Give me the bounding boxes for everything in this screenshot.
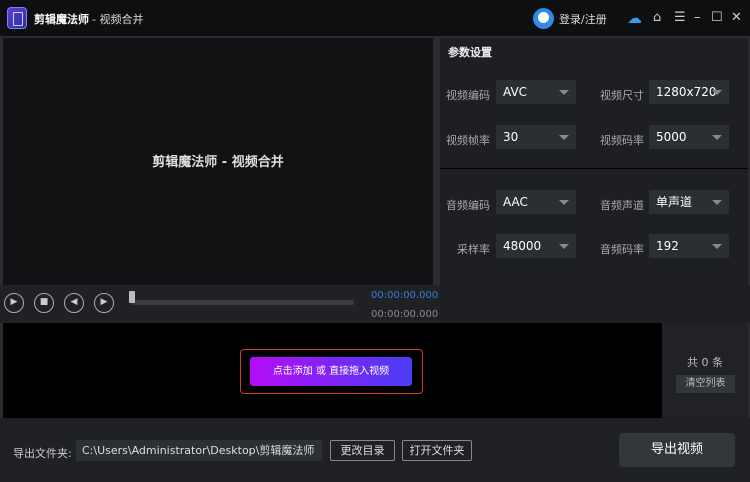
open-folder-button[interactable]: 打开文件夹 bbox=[402, 440, 472, 461]
video-size-select[interactable]: 1280x720 bbox=[649, 80, 729, 104]
video-bitrate-select[interactable]: 5000 bbox=[649, 125, 729, 149]
audio-channel-label: 音频声道 bbox=[600, 199, 644, 212]
select-value: 5000 bbox=[656, 130, 687, 144]
select-value: 单声道 bbox=[656, 195, 693, 209]
video-framerate-label: 视频帧率 bbox=[446, 134, 490, 147]
current-time: 00:00:00.000 bbox=[371, 290, 439, 301]
audio-bitrate-select[interactable]: 192 bbox=[649, 234, 729, 258]
previous-frame-icon[interactable]: ◀ bbox=[64, 293, 84, 313]
chevron-down-icon bbox=[559, 244, 569, 249]
audio-bitrate-label: 音频码率 bbox=[600, 243, 644, 256]
video-framerate-select[interactable]: 30 bbox=[496, 125, 576, 149]
audio-codec-label: 音频编码 bbox=[446, 199, 490, 212]
chevron-down-icon bbox=[559, 135, 569, 140]
seek-handle[interactable] bbox=[129, 291, 135, 303]
output-path-field[interactable]: C:\Users\Administrator\Desktop\剪辑魔法师 bbox=[76, 440, 322, 461]
video-codec-select[interactable]: AVC bbox=[496, 80, 576, 104]
clear-list-button[interactable]: 清空列表 bbox=[676, 375, 735, 393]
home-icon[interactable]: ⌂ bbox=[653, 9, 661, 27]
output-folder-label: 导出文件夹: bbox=[13, 447, 72, 460]
export-video-button[interactable]: 导出视频 bbox=[619, 433, 735, 467]
select-value: 1280x720 bbox=[656, 85, 717, 99]
divider bbox=[440, 168, 748, 169]
chevron-down-icon bbox=[712, 200, 722, 205]
preview-placeholder-text: 剪辑魔法师 - 视频合并 bbox=[152, 155, 284, 170]
chevron-down-icon bbox=[712, 135, 722, 140]
video-preview: 剪辑魔法师 - 视频合并 bbox=[3, 38, 433, 285]
avatar-icon[interactable] bbox=[533, 8, 554, 29]
audio-channel-select[interactable]: 单声道 bbox=[649, 190, 729, 214]
select-value: 30 bbox=[503, 130, 519, 144]
chevron-down-icon bbox=[559, 200, 569, 205]
audio-codec-select[interactable]: AAC bbox=[496, 190, 576, 214]
change-directory-button[interactable]: 更改目录 bbox=[330, 440, 395, 461]
settings-panel: 参数设置 视频编码 AVC 视频尺寸 1280x720 视频帧率 30 视频码率… bbox=[440, 38, 748, 285]
video-size-label: 视频尺寸 bbox=[600, 89, 644, 102]
stop-icon[interactable]: ■ bbox=[34, 293, 54, 313]
login-link[interactable]: 登录/注册 bbox=[559, 11, 607, 27]
close-icon[interactable]: ✕ bbox=[731, 9, 742, 27]
add-video-button[interactable]: 点击添加 或 直接拖入视频 bbox=[250, 357, 412, 386]
video-codec-label: 视频编码 bbox=[446, 89, 490, 102]
window-subtitle: - 视频合并 bbox=[92, 13, 144, 26]
title-bar: 剪辑魔法师 - 视频合并 登录/注册 ☁ ⌂ ☰ – ☐ ✕ bbox=[0, 0, 750, 36]
total-time: 00:00:00.000 bbox=[371, 309, 439, 320]
headset-support-icon[interactable]: ☁ bbox=[627, 9, 642, 27]
next-frame-icon[interactable]: ▶ bbox=[94, 293, 114, 313]
settings-title: 参数设置 bbox=[448, 46, 492, 59]
app-name: 剪辑魔法师 bbox=[34, 13, 89, 26]
item-count: 共 0 条 bbox=[687, 356, 723, 369]
sample-rate-select[interactable]: 48000 bbox=[496, 234, 576, 258]
select-value: 48000 bbox=[503, 239, 542, 253]
select-value: AAC bbox=[503, 195, 528, 209]
app-logo-icon bbox=[7, 7, 27, 29]
settings-panel-footer bbox=[440, 285, 750, 323]
list-sidebar: 共 0 条 清空列表 bbox=[662, 323, 748, 418]
minimize-icon[interactable]: – bbox=[694, 9, 701, 27]
chevron-down-icon bbox=[559, 90, 569, 95]
chevron-down-icon bbox=[712, 244, 722, 249]
sample-rate-label: 采样率 bbox=[457, 243, 490, 256]
video-bitrate-label: 视频码率 bbox=[600, 134, 644, 147]
play-icon[interactable]: ▶ bbox=[4, 293, 24, 313]
select-value: AVC bbox=[503, 85, 528, 99]
maximize-icon[interactable]: ☐ bbox=[711, 9, 723, 27]
menu-icon[interactable]: ☰ bbox=[674, 9, 686, 27]
chevron-down-icon bbox=[712, 90, 722, 95]
select-value: 192 bbox=[656, 239, 679, 253]
seek-bar[interactable] bbox=[132, 300, 354, 305]
